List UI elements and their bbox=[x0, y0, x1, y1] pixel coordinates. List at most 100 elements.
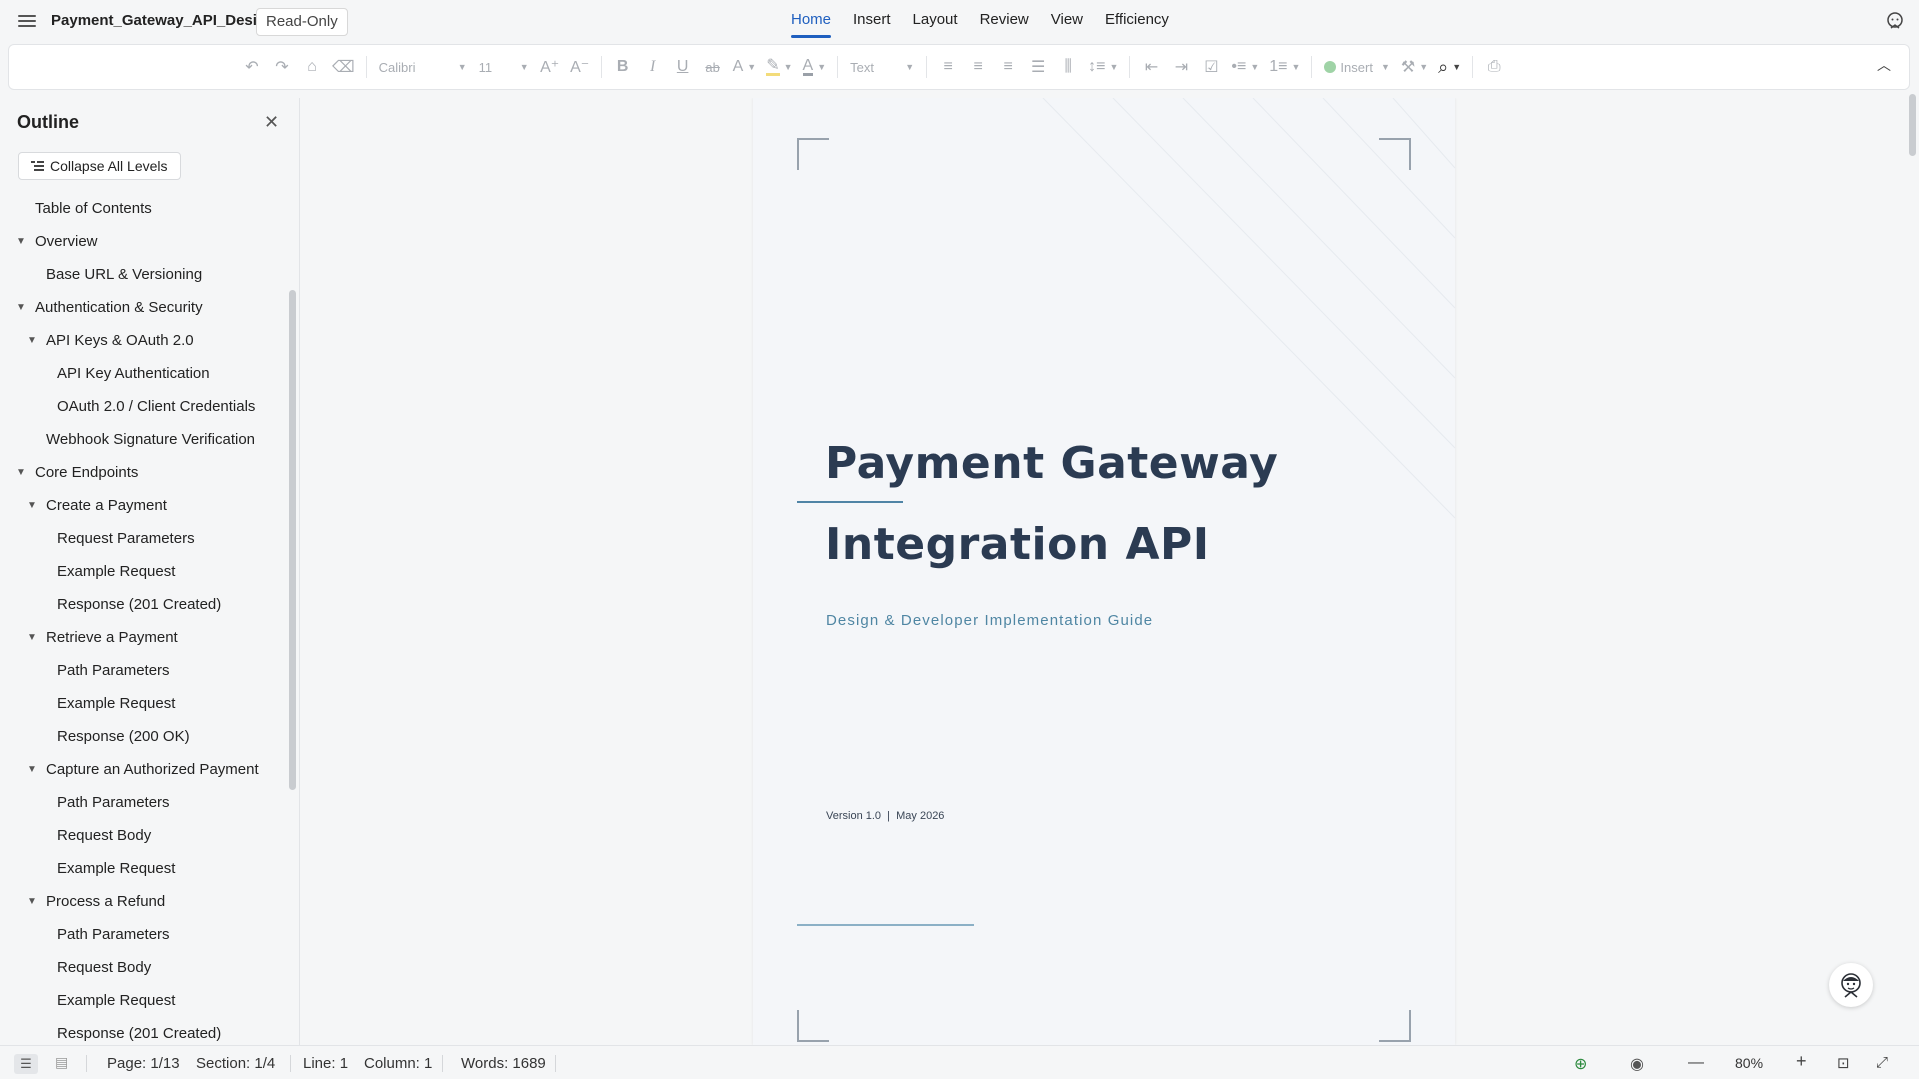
search-icon[interactable]: ⌕ ▼ bbox=[1433, 52, 1466, 82]
highlight-color-icon[interactable]: ✎ ▼ bbox=[761, 52, 797, 82]
tab-home[interactable]: Home bbox=[780, 0, 842, 42]
font-color-icon[interactable]: A ▼ bbox=[798, 52, 832, 82]
collapse-all-label: Collapse All Levels bbox=[50, 158, 168, 174]
text-effects-icon[interactable]: A ▼ bbox=[728, 52, 762, 82]
undo-icon[interactable]: ↶ bbox=[237, 52, 267, 82]
print-icon[interactable]: ⎙ bbox=[1479, 52, 1509, 82]
outline-item[interactable]: ▼ Create a Payment bbox=[0, 489, 290, 522]
align-center-icon[interactable]: ≡ bbox=[963, 52, 993, 82]
outline-item[interactable]: Example Request bbox=[0, 984, 290, 1017]
outline-toggle-icon[interactable]: ☰ bbox=[14, 1054, 38, 1074]
italic-icon[interactable]: I bbox=[638, 52, 668, 82]
increase-indent-icon[interactable]: ⇥ bbox=[1166, 52, 1196, 82]
menu-tabs: Home Insert Layout Review View Efficienc… bbox=[780, 0, 1180, 42]
chevron-down-icon: ▼ bbox=[519, 62, 529, 72]
outline-item[interactable]: Response (201 Created) bbox=[0, 588, 290, 621]
strikethrough-icon[interactable]: ab bbox=[698, 52, 728, 82]
close-icon[interactable]: ✕ bbox=[264, 112, 279, 133]
insert-dropdown[interactable]: Insert ▼ bbox=[1318, 52, 1395, 82]
format-painter-icon[interactable]: ⌂ bbox=[297, 52, 327, 82]
bold-icon[interactable]: B bbox=[608, 52, 638, 82]
fullscreen-icon[interactable]: ⤢ bbox=[1876, 1054, 1888, 1071]
document-canvas: Payment Gateway Integration API Design &… bbox=[301, 98, 1919, 1045]
outline-item[interactable]: Table of Contents bbox=[0, 192, 290, 225]
expand-arrow-icon[interactable]: ▼ bbox=[27, 885, 37, 918]
outline-item[interactable]: ▼ Capture an Authorized Payment bbox=[0, 753, 290, 786]
word-count[interactable]: Words: 1689 bbox=[461, 1055, 546, 1072]
outline-item[interactable]: Request Body bbox=[0, 951, 290, 984]
numbered-list-icon[interactable]: 1≡ ▼ bbox=[1264, 52, 1305, 82]
collapse-toolbar-icon[interactable]: ︿ bbox=[1877, 55, 1891, 75]
toolbar-divider bbox=[600, 56, 602, 78]
font-family-select[interactable]: Calibri ▼ bbox=[373, 52, 473, 82]
page-indicator[interactable]: Page: 1/13 bbox=[107, 1055, 180, 1072]
outline-item[interactable]: Request Body bbox=[0, 819, 290, 852]
expand-arrow-icon[interactable]: ▼ bbox=[16, 456, 26, 489]
expand-arrow-icon[interactable]: ▼ bbox=[16, 225, 26, 258]
outline-item[interactable]: Example Request bbox=[0, 852, 290, 885]
outline-item[interactable]: Request Parameters bbox=[0, 522, 290, 555]
document-scrollbar[interactable] bbox=[1909, 94, 1916, 156]
main-menu-icon[interactable] bbox=[18, 12, 36, 30]
outline-item[interactable]: ▼ Authentication & Security bbox=[0, 291, 290, 324]
underline-icon[interactable]: U bbox=[668, 52, 698, 82]
distributed-icon[interactable]: ⫼ bbox=[1053, 52, 1083, 82]
expand-arrow-icon[interactable]: ▼ bbox=[27, 621, 37, 654]
outline-item[interactable]: ▼ Overview bbox=[0, 225, 290, 258]
outline-scrollbar[interactable] bbox=[289, 290, 296, 790]
outline-item[interactable]: Response (200 OK) bbox=[0, 720, 290, 753]
decrease-font-icon[interactable]: A⁻ bbox=[565, 52, 595, 82]
outline-item[interactable]: ▼ Retrieve a Payment bbox=[0, 621, 290, 654]
line-spacing-icon[interactable]: ↕≡ ▼ bbox=[1083, 52, 1123, 82]
outline-item[interactable]: Webhook Signature Verification bbox=[0, 423, 290, 456]
tab-efficiency[interactable]: Efficiency bbox=[1094, 0, 1180, 42]
increase-font-icon[interactable]: A⁺ bbox=[535, 52, 565, 82]
outline-item[interactable]: ▼ API Keys & OAuth 2.0 bbox=[0, 324, 290, 357]
line-indicator: Line: 1 bbox=[303, 1055, 349, 1072]
font-size-select[interactable]: 11 ▼ bbox=[473, 52, 535, 82]
navigation-pane-icon[interactable]: ▤ bbox=[55, 1054, 68, 1071]
expand-arrow-icon[interactable]: ▼ bbox=[27, 324, 37, 357]
outline-item[interactable]: Response (201 Created) bbox=[0, 1017, 290, 1045]
tab-view[interactable]: View bbox=[1040, 0, 1094, 42]
justify-icon[interactable]: ☰ bbox=[1023, 52, 1053, 82]
bullet-list-icon[interactable]: •≡ ▼ bbox=[1226, 52, 1264, 82]
outline-item[interactable]: Base URL & Versioning bbox=[0, 258, 290, 291]
outline-item-label: Core Endpoints bbox=[35, 464, 139, 481]
outline-item[interactable]: API Key Authentication bbox=[0, 357, 290, 390]
tools-icon[interactable]: ⚒ ▼ bbox=[1396, 52, 1433, 82]
globe-check-icon[interactable]: ⊕ bbox=[1574, 1054, 1587, 1074]
decrease-indent-icon[interactable]: ⇤ bbox=[1136, 52, 1166, 82]
checklist-icon[interactable]: ☑ bbox=[1196, 52, 1226, 82]
outline-item[interactable]: Path Parameters bbox=[0, 918, 290, 951]
tab-layout[interactable]: Layout bbox=[902, 0, 969, 42]
tab-review[interactable]: Review bbox=[969, 0, 1040, 42]
zoom-out-icon[interactable]: — bbox=[1688, 1054, 1704, 1072]
outline-item[interactable]: Example Request bbox=[0, 687, 290, 720]
outline-item[interactable]: ▼ Core Endpoints bbox=[0, 456, 290, 489]
assistant-icon[interactable] bbox=[1885, 11, 1905, 31]
outline-item[interactable]: Path Parameters bbox=[0, 786, 290, 819]
expand-arrow-icon[interactable]: ▼ bbox=[16, 291, 26, 324]
ai-assistant-button[interactable] bbox=[1829, 963, 1873, 1007]
outline-item[interactable]: ▼ Process a Refund bbox=[0, 885, 290, 918]
tab-insert[interactable]: Insert bbox=[842, 0, 902, 42]
zoom-level[interactable]: 80% bbox=[1735, 1055, 1763, 1071]
align-right-icon[interactable]: ≡ bbox=[993, 52, 1023, 82]
outline-item[interactable]: Example Request bbox=[0, 555, 290, 588]
expand-arrow-icon[interactable]: ▼ bbox=[27, 489, 37, 522]
outline-item[interactable]: Path Parameters bbox=[0, 654, 290, 687]
read-only-badge[interactable]: Read-Only bbox=[256, 8, 348, 36]
outline-item[interactable]: OAuth 2.0 / Client Credentials bbox=[0, 390, 290, 423]
zoom-in-icon[interactable]: + bbox=[1796, 1051, 1807, 1072]
align-left-icon[interactable]: ≡ bbox=[933, 52, 963, 82]
clear-format-icon[interactable]: ⌫ bbox=[327, 52, 360, 82]
collapse-all-levels-button[interactable]: Collapse All Levels bbox=[18, 152, 181, 180]
style-select[interactable]: Text ▼ bbox=[844, 52, 920, 82]
outline-item-label: Base URL & Versioning bbox=[46, 266, 203, 283]
redo-icon[interactable]: ↷ bbox=[267, 52, 297, 82]
expand-arrow-icon[interactable]: ▼ bbox=[27, 753, 37, 786]
fit-page-icon[interactable]: ⊡ bbox=[1837, 1054, 1850, 1072]
document-name: Payment_Gateway_API_Design bbox=[51, 12, 276, 29]
eye-icon[interactable]: ◉ bbox=[1630, 1054, 1644, 1074]
